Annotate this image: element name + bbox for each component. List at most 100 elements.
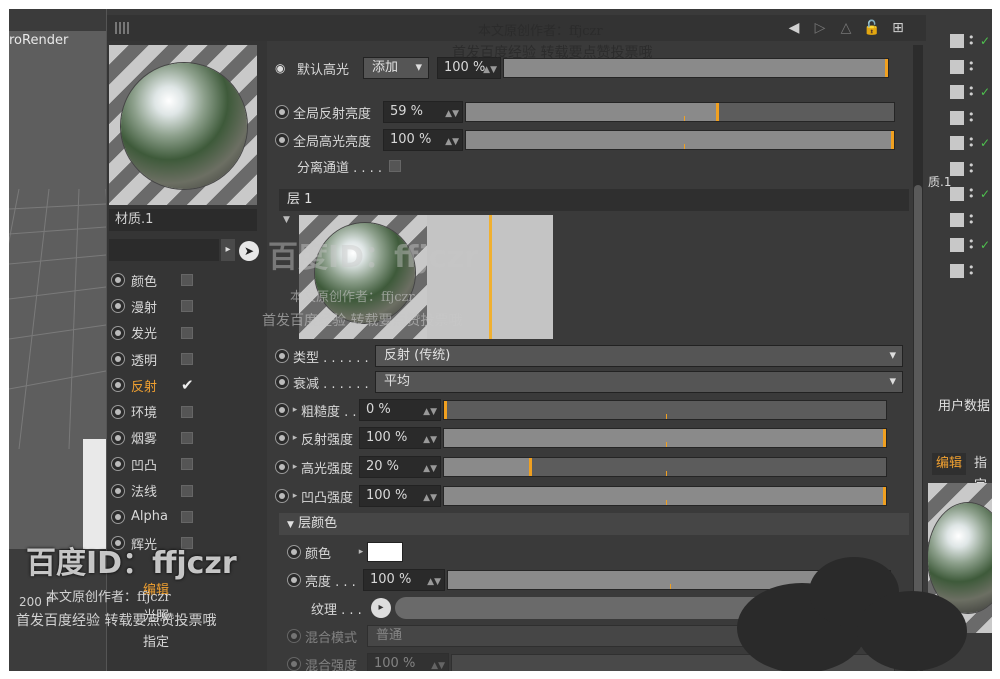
up-arrow-icon[interactable]: △ <box>837 19 855 37</box>
channel-label[interactable]: 发光 <box>131 323 175 342</box>
specular-strength-radio[interactable] <box>275 460 289 474</box>
layer-icon[interactable] <box>950 85 964 99</box>
channel-label[interactable]: 透明 <box>131 350 175 369</box>
visibility-dots-icon[interactable]: • • <box>968 134 976 151</box>
search-arrow-icon[interactable]: ▸ <box>221 239 235 261</box>
layer-icon[interactable] <box>950 187 964 201</box>
channel-label[interactable]: 凹凸 <box>131 455 175 474</box>
visibility-dots-icon[interactable]: • • <box>968 109 976 126</box>
expand-icon[interactable]: ▸ <box>289 462 301 472</box>
object-row[interactable]: • • <box>926 106 992 130</box>
object-row[interactable]: • • <box>926 55 992 79</box>
channel-radio[interactable] <box>111 509 125 524</box>
channel-radio[interactable] <box>111 273 125 288</box>
channel-item[interactable]: 漫射 <box>111 293 261 319</box>
expand-icon[interactable]: ▸ <box>355 547 367 557</box>
channel-item[interactable]: 颜色 <box>111 267 261 293</box>
color-radio[interactable] <box>287 545 301 559</box>
forward-arrow-icon[interactable]: ▷ <box>811 19 829 37</box>
layer-icon[interactable] <box>950 263 964 278</box>
texture-menu-icon[interactable]: ▸ <box>371 598 391 618</box>
assign-tab[interactable]: 指定 <box>974 453 992 493</box>
global-specular-value[interactable]: 100 % ▲▼ <box>383 129 463 151</box>
channel-checkbox[interactable] <box>181 510 193 523</box>
lock-icon[interactable]: 🔓 <box>863 19 881 37</box>
user-data-tab[interactable]: 用户数据 <box>938 395 990 414</box>
reflection-strength-radio[interactable] <box>275 431 289 445</box>
channel-label[interactable]: 法线 <box>131 481 175 500</box>
material-name-field[interactable]: 材质.1 <box>109 209 257 231</box>
visibility-dots-icon[interactable]: • • <box>968 160 976 177</box>
back-arrow-icon[interactable]: ◀ <box>785 19 803 37</box>
specular-strength-slider[interactable] <box>443 457 887 477</box>
channel-checkbox[interactable] <box>181 484 193 497</box>
channel-item[interactable]: 透明 <box>111 346 261 372</box>
channel-radio[interactable] <box>111 352 125 367</box>
attributes-scrollbar[interactable] <box>913 45 923 671</box>
global-reflection-slider[interactable] <box>465 102 895 122</box>
default-specular-slider[interactable] <box>503 58 889 78</box>
visibility-dots-icon[interactable]: • • <box>968 236 976 253</box>
edit-tab[interactable]: 编辑 <box>932 453 967 475</box>
channel-checkbox[interactable]: ✔ <box>181 378 194 393</box>
visibility-dots-icon[interactable]: • • <box>968 32 976 49</box>
visibility-dots-icon[interactable]: • • <box>968 58 976 75</box>
edit-item[interactable]: 编辑 <box>143 579 169 598</box>
layer-icon[interactable] <box>950 110 964 125</box>
blend-strength-value[interactable]: 100 % ▲▼ <box>367 653 449 671</box>
channel-label[interactable]: 反射 <box>131 376 175 395</box>
separate-pass-checkbox[interactable] <box>389 160 401 172</box>
object-row[interactable]: • • ✓ <box>926 233 992 257</box>
channel-checkbox[interactable] <box>181 431 193 444</box>
enabled-check-icon[interactable]: ✓ <box>980 136 990 150</box>
visibility-dots-icon[interactable]: • • <box>968 83 976 100</box>
enabled-check-icon[interactable]: ✓ <box>980 85 990 99</box>
channel-radio[interactable] <box>111 430 125 445</box>
attenuation-radio[interactable] <box>275 375 289 389</box>
layer-icon[interactable] <box>950 161 964 176</box>
bump-strength-slider[interactable] <box>443 486 887 506</box>
type-radio[interactable] <box>275 349 289 363</box>
layer-icon[interactable] <box>950 59 964 74</box>
grip-icon[interactable] <box>115 22 129 34</box>
object-row[interactable]: • • ✓ <box>926 29 992 53</box>
object-row[interactable]: • • <box>926 259 992 283</box>
layer-collapse-icon[interactable]: ▼ <box>283 215 290 225</box>
brightness-radio[interactable] <box>287 573 301 587</box>
object-name[interactable]: 质.1 <box>928 173 951 190</box>
roughness-radio[interactable] <box>275 403 289 417</box>
channel-radio[interactable] <box>111 378 125 393</box>
channel-item[interactable]: 环境 <box>111 398 261 424</box>
specular-strength-value[interactable]: 20 % ▲▼ <box>359 456 441 478</box>
visibility-dots-icon[interactable]: • • <box>968 211 976 228</box>
roughness-slider[interactable] <box>443 400 887 420</box>
channel-checkbox[interactable] <box>181 300 193 313</box>
layer-icon[interactable] <box>950 34 964 48</box>
brightness-value[interactable]: 100 % ▲▼ <box>363 569 445 591</box>
channel-radio[interactable] <box>111 325 125 340</box>
enabled-check-icon[interactable]: ✓ <box>980 238 990 252</box>
layer-icon[interactable] <box>950 212 964 227</box>
object-row[interactable]: • • ✓ <box>926 131 992 155</box>
attenuation-dropdown[interactable]: 平均 <box>375 371 903 393</box>
assign-item[interactable]: 指定 <box>143 631 169 650</box>
layer-icon[interactable] <box>950 238 964 252</box>
channel-radio[interactable] <box>111 404 125 419</box>
bump-strength-radio[interactable] <box>275 489 289 503</box>
global-reflection-value[interactable]: 59 % ▲▼ <box>383 101 463 123</box>
channel-item[interactable]: 凹凸 <box>111 451 261 477</box>
bump-strength-value[interactable]: 100 % ▲▼ <box>359 485 441 507</box>
expand-icon[interactable]: ▸ <box>289 405 301 415</box>
object-row[interactable]: • • ✓ <box>926 80 992 104</box>
channel-label[interactable]: 环境 <box>131 402 175 421</box>
lighting-item[interactable]: 光照 <box>143 605 169 624</box>
new-window-icon[interactable]: ⊞ <box>889 19 907 37</box>
channel-item[interactable]: 法线 <box>111 477 261 503</box>
visibility-dots-icon[interactable]: • • <box>968 262 976 279</box>
roughness-value[interactable]: 0 % ▲▼ <box>359 399 441 421</box>
layer-icon[interactable] <box>950 136 964 150</box>
expand-icon[interactable]: ▸ <box>289 491 301 501</box>
blend-mode-radio[interactable] <box>287 629 301 643</box>
channel-item[interactable]: 辉光 <box>111 530 261 556</box>
channel-checkbox[interactable] <box>181 537 193 550</box>
